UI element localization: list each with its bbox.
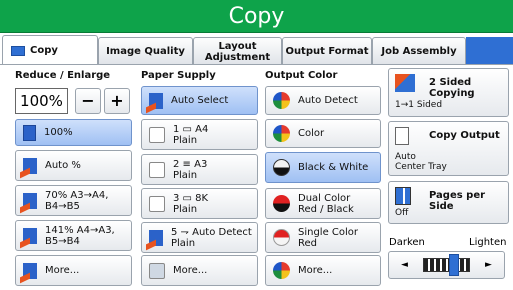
two-sided-copying-button[interactable]: 2 Sided Copying 1→1 Sided xyxy=(388,68,509,117)
zoom-option-auto[interactable]: Auto % xyxy=(15,150,132,181)
auto-select-icon xyxy=(149,92,163,109)
copy-darkness-slider[interactable]: ◄ ► xyxy=(388,251,505,279)
paper-option-label: Auto Select xyxy=(171,95,229,106)
darken-label: Darken xyxy=(389,237,425,248)
copy-tab-icon xyxy=(11,45,25,56)
paper-tray-1[interactable]: 1 ▭ A4 Plain xyxy=(141,119,258,150)
color-option-label: Color xyxy=(298,128,325,139)
tray-icon xyxy=(149,161,165,178)
tab-job-assembly[interactable]: Job Assembly xyxy=(372,37,466,65)
window-title: Copy xyxy=(0,0,513,33)
darken-arrow-button[interactable]: ◄ xyxy=(395,256,414,274)
single-color-icon xyxy=(273,229,290,246)
paper-option-label: 3 ▭ 8K Plain xyxy=(173,192,209,215)
tray-icon xyxy=(149,126,165,143)
copy-output-value: Auto Center Tray xyxy=(395,152,447,172)
zoom-option-label: 70% A3→A4, B4→B5 xyxy=(45,189,109,212)
zoom-increase-button[interactable]: + xyxy=(104,88,130,114)
paper-tray-5[interactable]: 5 ⇁ Auto Detect Plain xyxy=(141,222,258,253)
enlarge-icon xyxy=(23,227,37,244)
black-white-icon xyxy=(273,159,290,176)
zoom-more-button[interactable]: More... xyxy=(15,255,132,286)
color-black-white[interactable]: Black & White xyxy=(265,152,381,183)
two-sided-icon xyxy=(395,74,415,92)
color-full-color[interactable]: Color xyxy=(265,119,381,148)
tab-bar: Copy Image Quality Layout Adjustment Out… xyxy=(0,35,513,65)
color-single-color[interactable]: Single Color Red xyxy=(265,222,381,253)
copy-output-button[interactable]: Copy Output Auto Center Tray xyxy=(388,121,509,176)
tab-output-format-label: Output Format xyxy=(285,46,369,57)
lighten-label: Lighten xyxy=(469,237,507,248)
color-option-label: Single Color Red xyxy=(298,226,359,249)
more-zoom-icon xyxy=(23,262,37,279)
tab-copy-label: Copy xyxy=(30,45,58,56)
copy-output-icon xyxy=(395,127,409,145)
paper-tray-2[interactable]: 2 ≡ A3 Plain xyxy=(141,154,258,185)
tab-image-quality-label: Image Quality xyxy=(106,46,185,57)
tab-image-quality[interactable]: Image Quality xyxy=(98,37,193,65)
reduce-enlarge-heading: Reduce / Enlarge xyxy=(15,70,111,81)
paper-option-label: 1 ▭ A4 Plain xyxy=(173,123,209,146)
color-dual-color[interactable]: Dual Color Red / Black xyxy=(265,188,381,219)
color-option-label: Auto Detect xyxy=(298,95,358,106)
paper-more-button[interactable]: More... xyxy=(141,255,258,286)
auto-detect-color-icon xyxy=(273,92,290,109)
zoom-option-label: 141% A4→A3, B5→B4 xyxy=(45,224,115,247)
color-more-label: More... xyxy=(298,265,333,276)
zoom-decrease-button[interactable]: − xyxy=(75,88,101,114)
tab-copy[interactable]: Copy xyxy=(2,35,98,65)
paper-supply-heading: Paper Supply xyxy=(141,70,216,81)
paper-tray-3[interactable]: 3 ▭ 8K Plain xyxy=(141,188,258,219)
zoom-option-141[interactable]: 141% A4→A3, B5→B4 xyxy=(15,220,132,251)
color-option-label: Dual Color Red / Black xyxy=(298,192,354,215)
output-color-heading: Output Color xyxy=(265,70,338,81)
zoom-more-label: More... xyxy=(45,265,80,276)
color-option-label: Black & White xyxy=(298,162,369,173)
more-paper-icon xyxy=(149,262,165,279)
auto-zoom-icon xyxy=(23,157,37,174)
paper-auto-select[interactable]: Auto Select xyxy=(141,86,258,115)
tray-icon xyxy=(149,195,165,212)
pages-per-side-icon xyxy=(395,187,411,205)
darkness-knob[interactable] xyxy=(449,254,459,276)
document-icon xyxy=(23,124,36,141)
reduce-icon xyxy=(23,192,37,209)
color-more-button[interactable]: More... xyxy=(265,255,381,286)
pages-per-side-title: Pages per Side xyxy=(429,190,486,212)
color-auto-detect[interactable]: Auto Detect xyxy=(265,86,381,115)
more-color-icon xyxy=(273,262,290,279)
zoom-option-100[interactable]: 100% xyxy=(15,119,132,146)
tab-bar-fill xyxy=(466,37,513,65)
dual-color-icon xyxy=(273,195,290,212)
pages-per-side-value: Off xyxy=(395,208,409,218)
paper-more-label: More... xyxy=(173,265,208,276)
two-sided-title: 2 Sided Copying xyxy=(429,77,475,99)
zoom-option-70[interactable]: 70% A3→A4, B4→B5 xyxy=(15,185,132,216)
tab-layout-label: Layout Adjustment xyxy=(204,40,271,63)
tab-job-assembly-label: Job Assembly xyxy=(381,46,457,57)
tab-output-format[interactable]: Output Format xyxy=(282,37,372,65)
paper-option-label: 5 ⇁ Auto Detect Plain xyxy=(171,226,252,249)
copy-output-title: Copy Output xyxy=(429,130,500,141)
lighten-arrow-button[interactable]: ► xyxy=(479,256,498,274)
zoom-option-label: 100% xyxy=(44,127,73,138)
tab-layout-adjustment[interactable]: Layout Adjustment xyxy=(193,37,282,65)
zoom-value-field[interactable]: 100% xyxy=(15,88,68,114)
full-color-icon xyxy=(273,125,290,142)
two-sided-value: 1→1 Sided xyxy=(395,100,443,110)
paper-option-label: 2 ≡ A3 Plain xyxy=(173,158,208,181)
darkness-track[interactable] xyxy=(423,258,470,272)
zoom-option-label: Auto % xyxy=(45,160,81,171)
pages-per-side-button[interactable]: Pages per Side Off xyxy=(388,181,509,224)
bypass-tray-icon xyxy=(149,229,163,246)
